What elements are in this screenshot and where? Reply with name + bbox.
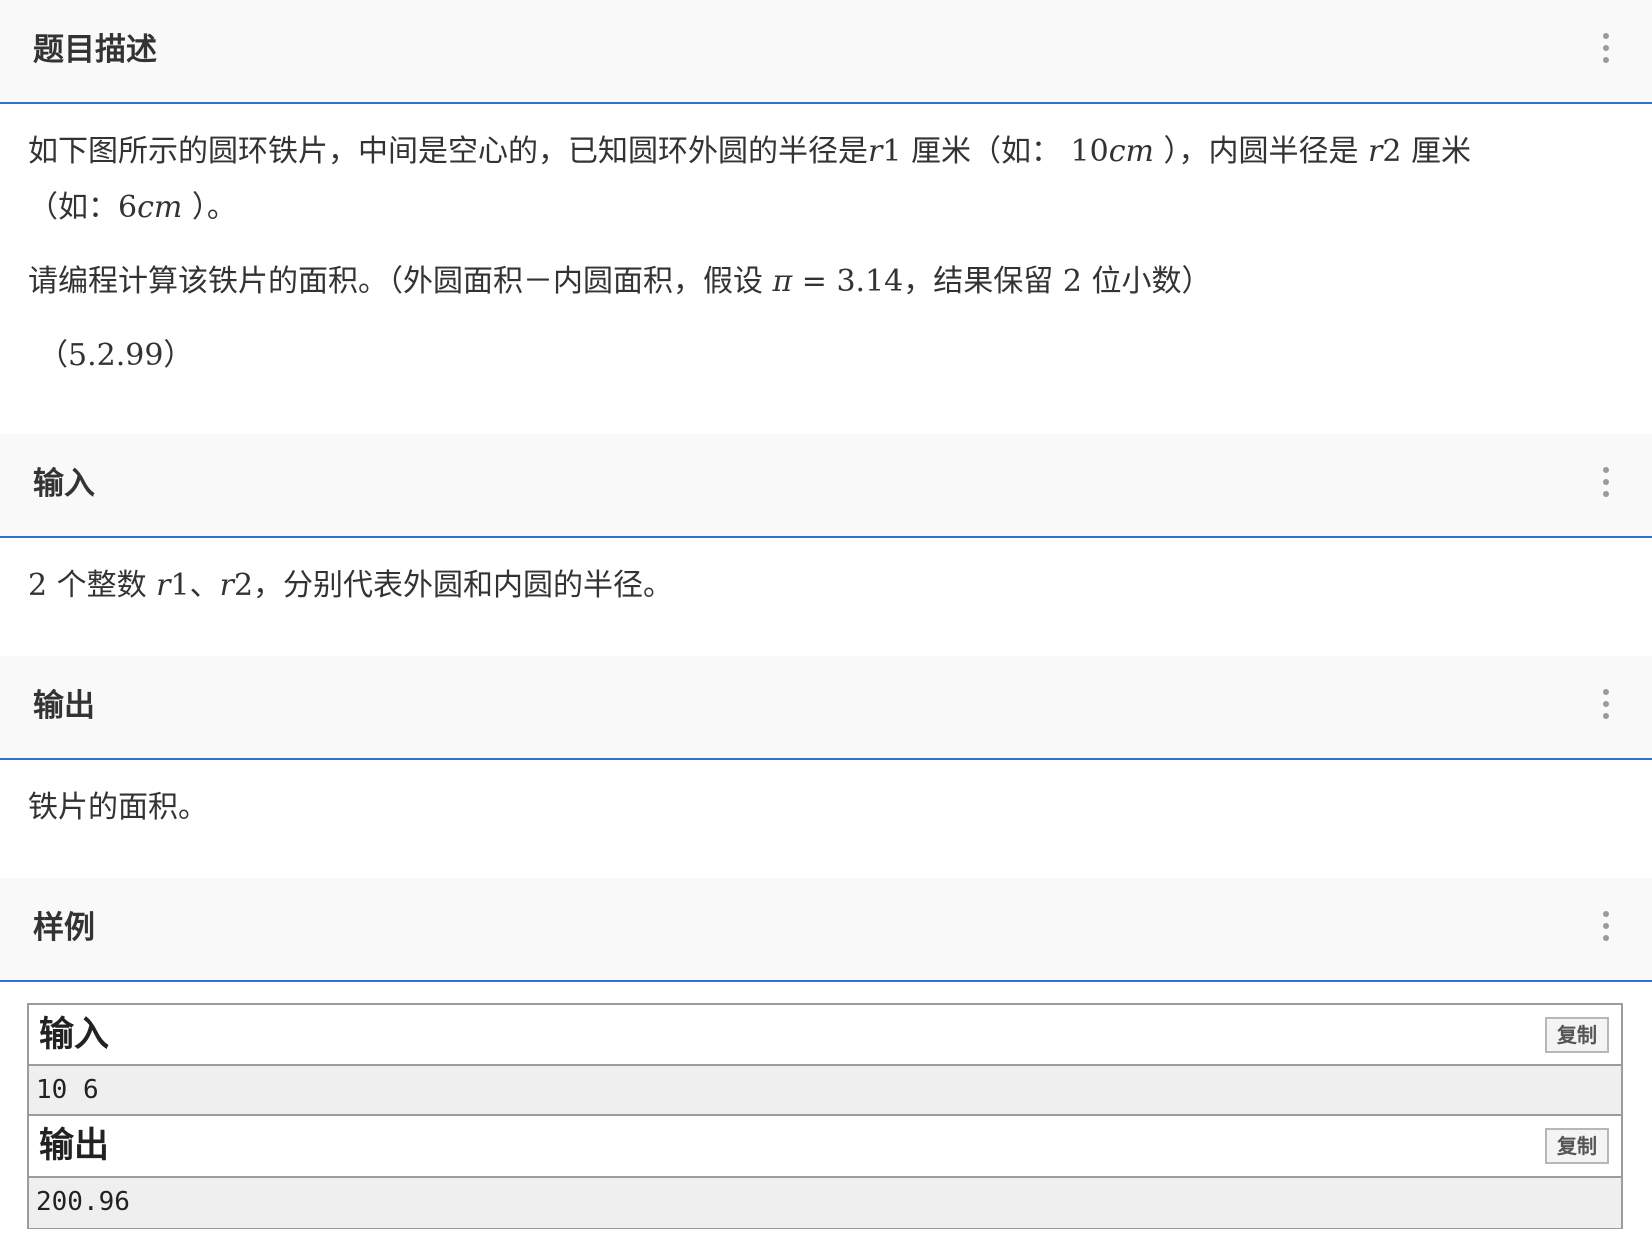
math-unit: cm bbox=[137, 190, 183, 225]
math-pi: π bbox=[772, 264, 793, 299]
description-line-4: （5.2.99） bbox=[38, 328, 1618, 384]
section-title-input: 输入 bbox=[33, 466, 95, 502]
description-content: 如下图所示的圆环铁片，中间是空心的，已知圆环外圆的半径是r1 厘米（如： 10c… bbox=[28, 124, 1618, 384]
section-header-output: 输出 bbox=[0, 656, 1652, 760]
text: （如： bbox=[28, 190, 118, 225]
text: 厘米 bbox=[1401, 134, 1472, 169]
text: 位小数） bbox=[1081, 264, 1212, 299]
description-line-2: （如：6cm ）。 bbox=[28, 180, 1618, 236]
sample-input-label: 输入 bbox=[39, 1015, 110, 1055]
text: ，结果保留 bbox=[903, 264, 1063, 299]
text: ）。 bbox=[182, 190, 237, 225]
more-vertical-icon[interactable] bbox=[1602, 911, 1610, 941]
text: 铁片的面积。 bbox=[28, 790, 208, 825]
text: 、 bbox=[189, 568, 220, 603]
sample-output-header: 输出 复制 bbox=[29, 1116, 1621, 1176]
sample-output-value[interactable]: 200.96 bbox=[29, 1176, 1621, 1228]
text: 请编程计算该铁片的面积。（外圆面积－内圆面积，假设 bbox=[28, 264, 773, 299]
math-num: 2 bbox=[1382, 134, 1402, 169]
input-content: 2 个整数 r1、r2，分别代表外圆和内圆的半径。 bbox=[28, 558, 1618, 614]
section-header-sample: 样例 bbox=[0, 878, 1652, 982]
more-vertical-icon[interactable] bbox=[1602, 33, 1610, 63]
math-var: r bbox=[868, 134, 883, 169]
sample-input-header: 输入 复制 bbox=[29, 1005, 1621, 1065]
math-value: = 3.14 bbox=[792, 264, 904, 299]
sample-box: 输入 复制 10 6 输出 复制 200.96 bbox=[27, 1003, 1623, 1229]
math-num: 1 bbox=[170, 568, 190, 603]
description-line-1: 如下图所示的圆环铁片，中间是空心的，已知圆环外圆的半径是r1 厘米（如： 10c… bbox=[28, 124, 1618, 180]
math-num: 1 bbox=[882, 134, 902, 169]
math-var: r bbox=[219, 568, 234, 603]
problem-code: （5.2.99） bbox=[38, 338, 194, 373]
math-num: 10 bbox=[1070, 134, 1109, 169]
description-line-3: 请编程计算该铁片的面积。（外圆面积－内圆面积，假设 π = 3.14，结果保留 … bbox=[28, 254, 1618, 310]
math-num: 2 bbox=[1062, 264, 1082, 299]
more-vertical-icon[interactable] bbox=[1602, 689, 1610, 719]
section-title-description: 题目描述 bbox=[33, 32, 157, 68]
more-vertical-icon[interactable] bbox=[1602, 467, 1610, 497]
section-header-description: 题目描述 bbox=[0, 0, 1652, 104]
math-num: 6 bbox=[118, 190, 138, 225]
text: 厘米（如： bbox=[901, 134, 1071, 169]
math-num: 2 bbox=[28, 568, 48, 603]
math-var: r bbox=[156, 568, 171, 603]
section-title-sample: 样例 bbox=[33, 910, 95, 946]
text: ，分别代表外圆和内圆的半径。 bbox=[253, 568, 674, 603]
section-header-input: 输入 bbox=[0, 434, 1652, 538]
copy-output-button[interactable]: 复制 bbox=[1545, 1128, 1609, 1164]
text: 个整数 bbox=[47, 568, 157, 603]
sample-input-value[interactable]: 10 6 bbox=[29, 1064, 1621, 1116]
math-num: 2 bbox=[233, 568, 254, 603]
copy-input-button[interactable]: 复制 bbox=[1545, 1017, 1609, 1053]
text: ），内圆半径是 bbox=[1153, 134, 1369, 169]
sample-output-label: 输出 bbox=[39, 1126, 110, 1166]
output-content: 铁片的面积。 bbox=[28, 780, 1618, 836]
text: 如下图所示的圆环铁片，中间是空心的，已知圆环外圆的半径是 bbox=[28, 134, 868, 169]
math-var: r bbox=[1368, 134, 1383, 169]
math-unit: cm bbox=[1108, 134, 1154, 169]
section-title-output: 输出 bbox=[33, 688, 95, 724]
